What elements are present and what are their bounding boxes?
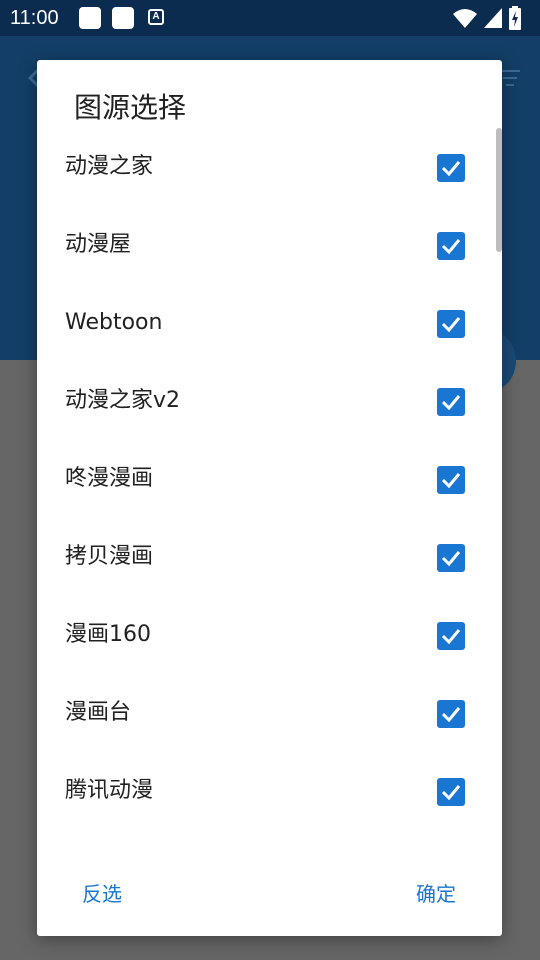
checkbox-checked[interactable] — [437, 700, 465, 728]
check-icon — [441, 629, 461, 645]
item-label: 腾讯动漫 — [65, 778, 154, 803]
invert-selection-button[interactable]: 反选 — [74, 872, 130, 916]
checkbox-checked[interactable] — [437, 778, 465, 806]
list-item[interactable]: 动漫屋 — [37, 206, 502, 284]
list-item[interactable]: 动漫之家v2 — [37, 362, 502, 440]
wifi-icon — [453, 9, 477, 28]
list-item[interactable]: 漫画台 — [37, 674, 502, 752]
notification-square-icon — [112, 7, 134, 29]
item-label: 动漫之家 — [65, 154, 154, 179]
check-icon — [441, 317, 461, 333]
item-label: 漫画台 — [65, 700, 132, 725]
check-icon — [441, 785, 461, 801]
a-notification-icon: A — [148, 9, 164, 25]
status-bar: 11:00 A — [0, 0, 540, 36]
battery-charging-icon — [509, 6, 521, 30]
check-icon — [441, 161, 461, 177]
list-item[interactable]: 漫画160 — [37, 596, 502, 674]
scrollbar-thumb[interactable] — [496, 128, 502, 252]
signal-icon — [484, 8, 502, 28]
item-label: 拷贝漫画 — [65, 544, 154, 569]
dialog-title: 图源选择 — [74, 91, 187, 124]
checkbox-checked[interactable] — [437, 544, 465, 572]
list-item[interactable]: 腾讯动漫 — [37, 752, 502, 830]
check-icon — [441, 239, 461, 255]
list-item[interactable]: 咚漫漫画 — [37, 440, 502, 518]
item-label: 动漫之家v2 — [65, 388, 181, 413]
check-icon — [441, 551, 461, 567]
checkbox-checked[interactable] — [437, 388, 465, 416]
item-label: 漫画160 — [65, 622, 151, 647]
check-icon — [441, 707, 461, 723]
confirm-button[interactable]: 确定 — [408, 872, 464, 916]
source-list[interactable]: 动漫之家 动漫屋 Webtoon 动漫之家v2 咚漫漫画 拷贝漫画 漫画160 … — [37, 128, 502, 848]
checkbox-checked[interactable] — [437, 466, 465, 494]
list-item[interactable]: 动漫之家 — [37, 128, 502, 206]
list-item[interactable]: 拷贝漫画 — [37, 518, 502, 596]
check-icon — [441, 473, 461, 489]
check-icon — [441, 395, 461, 411]
checkbox-checked[interactable] — [437, 232, 465, 260]
status-icons — [452, 6, 532, 30]
filter-icon — [500, 70, 520, 86]
notification-square-icon — [79, 7, 101, 29]
checkbox-checked[interactable] — [437, 154, 465, 182]
checkbox-checked[interactable] — [437, 310, 465, 338]
item-label: Webtoon — [65, 310, 163, 335]
checkbox-checked[interactable] — [437, 622, 465, 650]
status-time: 11:00 — [10, 7, 59, 29]
source-select-dialog: 图源选择 动漫之家 动漫屋 Webtoon 动漫之家v2 咚漫漫画 拷贝漫画 漫… — [37, 60, 502, 936]
list-item[interactable]: Webtoon — [37, 284, 502, 362]
item-label: 动漫屋 — [65, 232, 132, 257]
item-label: 咚漫漫画 — [65, 466, 154, 491]
